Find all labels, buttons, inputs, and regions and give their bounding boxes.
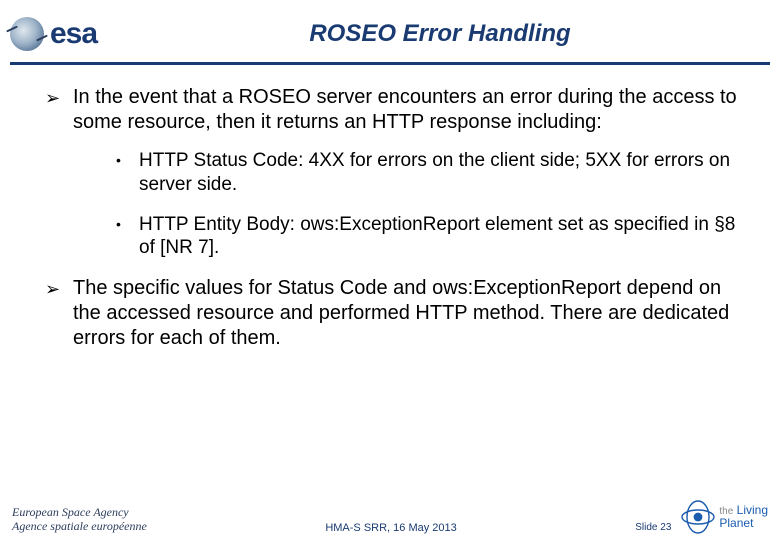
- slide-title: ROSEO Error Handling: [170, 20, 770, 48]
- esa-logo-text: esa: [50, 17, 97, 51]
- bullet-text: In the event that a ROSEO server encount…: [73, 86, 737, 133]
- sub-bullet-list: • HTTP Status Code: 4XX for errors on th…: [73, 149, 750, 260]
- arrow-icon: ➢: [45, 278, 60, 301]
- living-planet-line: Living: [737, 503, 768, 517]
- dot-icon: •: [116, 216, 121, 234]
- living-planet-text: the Living Planet: [719, 504, 768, 530]
- bullet-text: HTTP Entity Body: ows:ExceptionReport el…: [139, 214, 735, 259]
- slide-header: esa ROSEO Error Handling: [0, 0, 780, 60]
- dot-icon: •: [116, 152, 121, 170]
- bullet-main: ➢ The specific values for Status Code an…: [45, 276, 750, 351]
- footer-right: Slide 23 the Living Planet: [635, 500, 768, 534]
- bullet-text: HTTP Status Code: 4XX for errors on the …: [139, 150, 730, 195]
- esa-logo: esa: [10, 17, 170, 51]
- slide-footer: European Space Agency Agence spatiale eu…: [0, 478, 780, 540]
- bullet-text: The specific values for Status Code and …: [73, 277, 729, 349]
- agency-line: Agence spatiale européenne: [12, 520, 147, 534]
- living-planet-logo: the Living Planet: [681, 500, 768, 534]
- bullet-sub: • HTTP Entity Body: ows:ExceptionReport …: [115, 213, 750, 261]
- slide-content: ➢ In the event that a ROSEO server encou…: [0, 65, 780, 351]
- living-planet-line: Planet: [719, 516, 753, 530]
- living-planet-the: the: [719, 506, 733, 517]
- agency-name: European Space Agency Agence spatiale eu…: [12, 506, 147, 534]
- arrow-icon: ➢: [45, 87, 60, 110]
- slide-number: Slide 23: [635, 522, 671, 534]
- agency-line: European Space Agency: [12, 506, 147, 520]
- bullet-main: ➢ In the event that a ROSEO server encou…: [45, 85, 750, 260]
- footer-center-text: HMA-S SRR, 16 May 2013: [147, 522, 635, 534]
- esa-globe-icon: [10, 17, 44, 51]
- living-planet-icon: [681, 500, 715, 534]
- bullet-sub: • HTTP Status Code: 4XX for errors on th…: [115, 149, 750, 197]
